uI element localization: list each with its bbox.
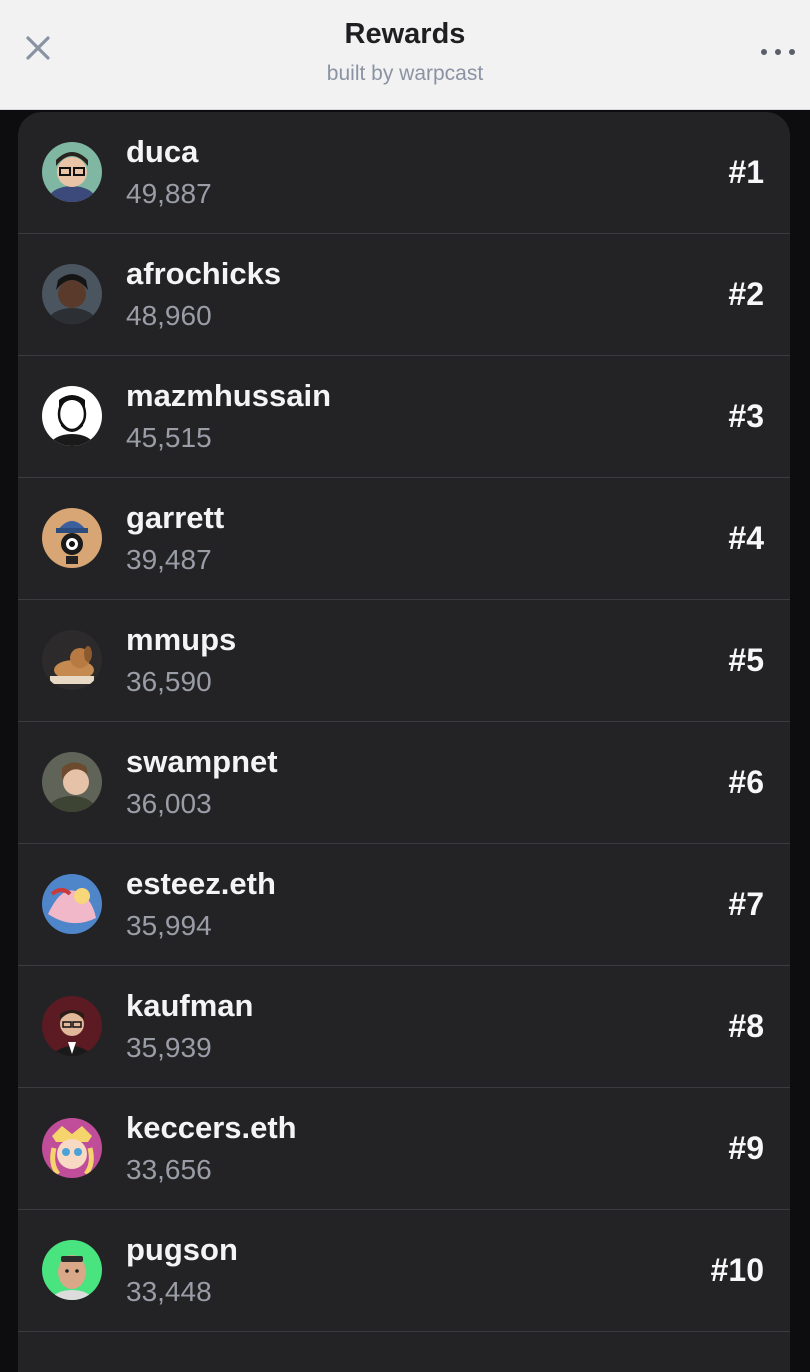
avatar xyxy=(42,630,102,690)
username: mmups xyxy=(126,622,237,657)
score: 45,515 xyxy=(126,422,212,453)
username: esteez.eth xyxy=(126,866,276,901)
more-options-button[interactable] xyxy=(756,34,800,70)
score: 39,487 xyxy=(126,544,212,575)
leaderboard-row[interactable]: pugson 33,448 #10 xyxy=(18,1210,790,1332)
avatar xyxy=(42,264,102,324)
username: kaufman xyxy=(126,988,254,1023)
score: 36,003 xyxy=(126,788,212,819)
rank-badge: #1 xyxy=(728,154,764,190)
username: keccers.eth xyxy=(126,1110,297,1145)
score: 48,960 xyxy=(126,300,212,331)
leaderboard-row[interactable]: esteez.eth 35,994 #7 xyxy=(18,844,790,966)
username: duca xyxy=(126,134,199,169)
page-subtitle: built by warpcast xyxy=(326,62,484,85)
rank-badge: #6 xyxy=(728,764,764,800)
rank-badge: #9 xyxy=(728,1130,764,1166)
rank-badge: #3 xyxy=(728,398,764,434)
score: 35,994 xyxy=(126,910,212,941)
leaderboard-row[interactable]: mazmhussain 45,515 #3 xyxy=(18,356,790,478)
rank-badge: #8 xyxy=(728,1008,764,1044)
score: 33,656 xyxy=(126,1154,212,1185)
avatar xyxy=(42,1118,102,1178)
leaderboard-row[interactable]: duca 49,887 #1 xyxy=(18,112,790,234)
rank-badge: #4 xyxy=(728,520,764,556)
rank-badge: #10 xyxy=(710,1252,764,1288)
username: swampnet xyxy=(126,744,278,779)
leaderboard-row[interactable]: mmups 36,590 #5 xyxy=(18,600,790,722)
rank-badge: #2 xyxy=(728,276,764,312)
rank-badge: #7 xyxy=(728,886,764,922)
avatar xyxy=(42,752,102,812)
leaderboard-row[interactable]: swampnet 36,003 #6 xyxy=(18,722,790,844)
username: garrett xyxy=(126,500,225,535)
score: 35,939 xyxy=(126,1032,212,1063)
avatar xyxy=(42,508,102,568)
leaderboard-list: duca 49,887 #1 afrochicks 48,960 #2 mazm… xyxy=(18,112,790,1372)
leaderboard-row[interactable]: keccers.eth 33,656 #9 xyxy=(18,1088,790,1210)
avatar xyxy=(42,386,102,446)
username: mazmhussain xyxy=(126,378,332,413)
score: 33,448 xyxy=(126,1276,212,1307)
leaderboard-row[interactable]: kaufman 35,939 #8 xyxy=(18,966,790,1088)
more-options-icon xyxy=(761,49,795,55)
avatar xyxy=(42,996,102,1056)
rank-badge: #5 xyxy=(728,642,764,678)
app-header: Rewards built by warpcast xyxy=(0,0,810,110)
leaderboard-row[interactable]: afrochicks 48,960 #2 xyxy=(18,234,790,356)
avatar xyxy=(42,874,102,934)
score: 36,590 xyxy=(126,666,212,697)
avatar xyxy=(42,142,102,202)
username: afrochicks xyxy=(126,256,282,291)
score: 49,887 xyxy=(126,178,212,209)
avatar xyxy=(42,1240,102,1300)
page-title: Rewards xyxy=(344,18,466,50)
username: pugson xyxy=(126,1232,238,1267)
leaderboard-row[interactable]: garrett 39,487 #4 xyxy=(18,478,790,600)
